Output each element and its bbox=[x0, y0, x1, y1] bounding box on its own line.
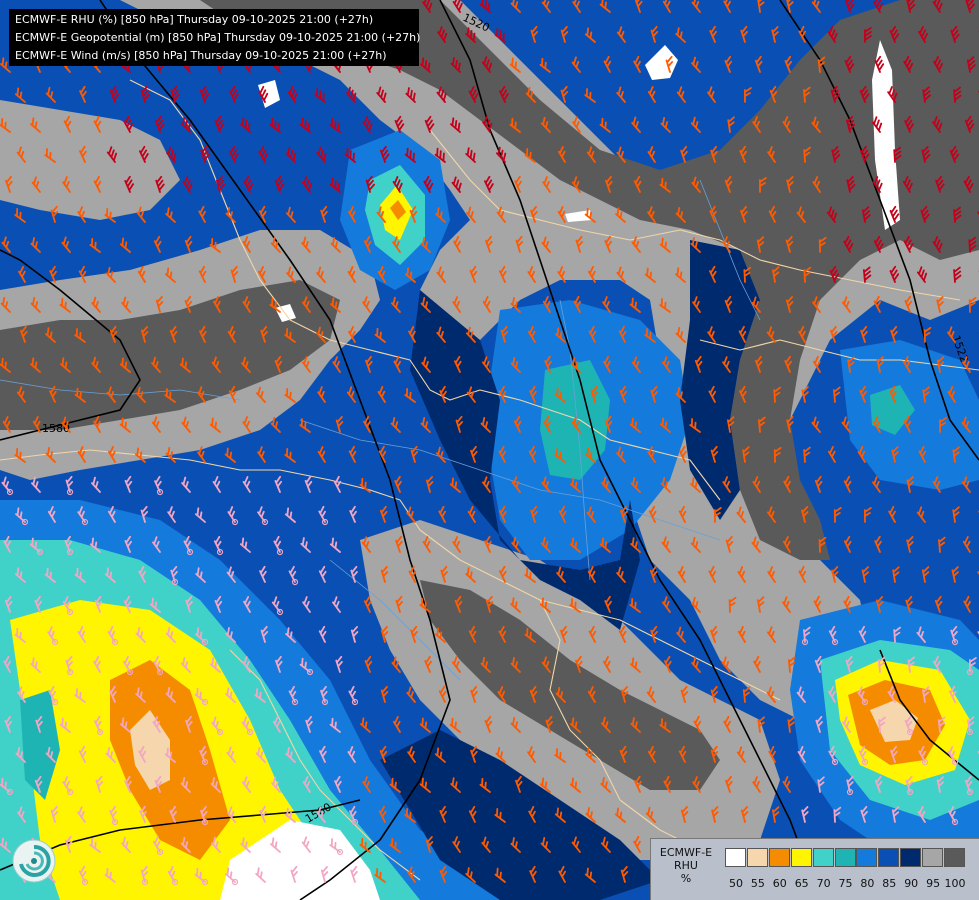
legend-swatch bbox=[834, 848, 856, 867]
title-line-rhu: ECMWF-E RHU (%) [850 hPa] Thursday 09-10… bbox=[15, 13, 374, 26]
legend-swatch bbox=[922, 848, 944, 867]
legend-swatch bbox=[900, 848, 922, 867]
legend-title: ECMWF-E RHU % bbox=[655, 846, 717, 885]
legend-tick-label: 100 bbox=[944, 877, 966, 890]
legend-title-model: ECMWF-E bbox=[659, 846, 713, 859]
legend-swatch bbox=[856, 848, 878, 867]
rhu-legend: ECMWF-E RHU % 50 55 60 65 70 75 80 85 90 95 100 bbox=[650, 838, 979, 900]
legend-swatch bbox=[768, 848, 790, 867]
legend-swatch bbox=[944, 848, 965, 867]
legend-swatch bbox=[725, 848, 746, 867]
legend-swatch bbox=[746, 848, 768, 867]
rhu-map: 1520 1580 1560 1522 bbox=[0, 0, 979, 900]
map-viewer: 1520 1580 1560 1522 ECMWF-E RHU (%) [850… bbox=[0, 0, 979, 900]
title-box: ECMWF-E RHU (%) [850 hPa] Thursday 09-10… bbox=[9, 9, 421, 66]
ecmwf-swirl-icon bbox=[11, 838, 57, 884]
legend-swatch bbox=[878, 848, 900, 867]
legend-swatch bbox=[790, 848, 812, 867]
legend-title-unit: % bbox=[680, 872, 692, 885]
legend-swatch bbox=[812, 848, 834, 867]
legend-title-variable: RHU bbox=[674, 859, 698, 872]
title-line-geopotential: ECMWF-E Geopotential (m) [850 hPa] Thurs… bbox=[15, 31, 421, 44]
title-line-wind: ECMWF-E Wind (m/s) [850 hPa] Thursday 09… bbox=[15, 49, 387, 62]
